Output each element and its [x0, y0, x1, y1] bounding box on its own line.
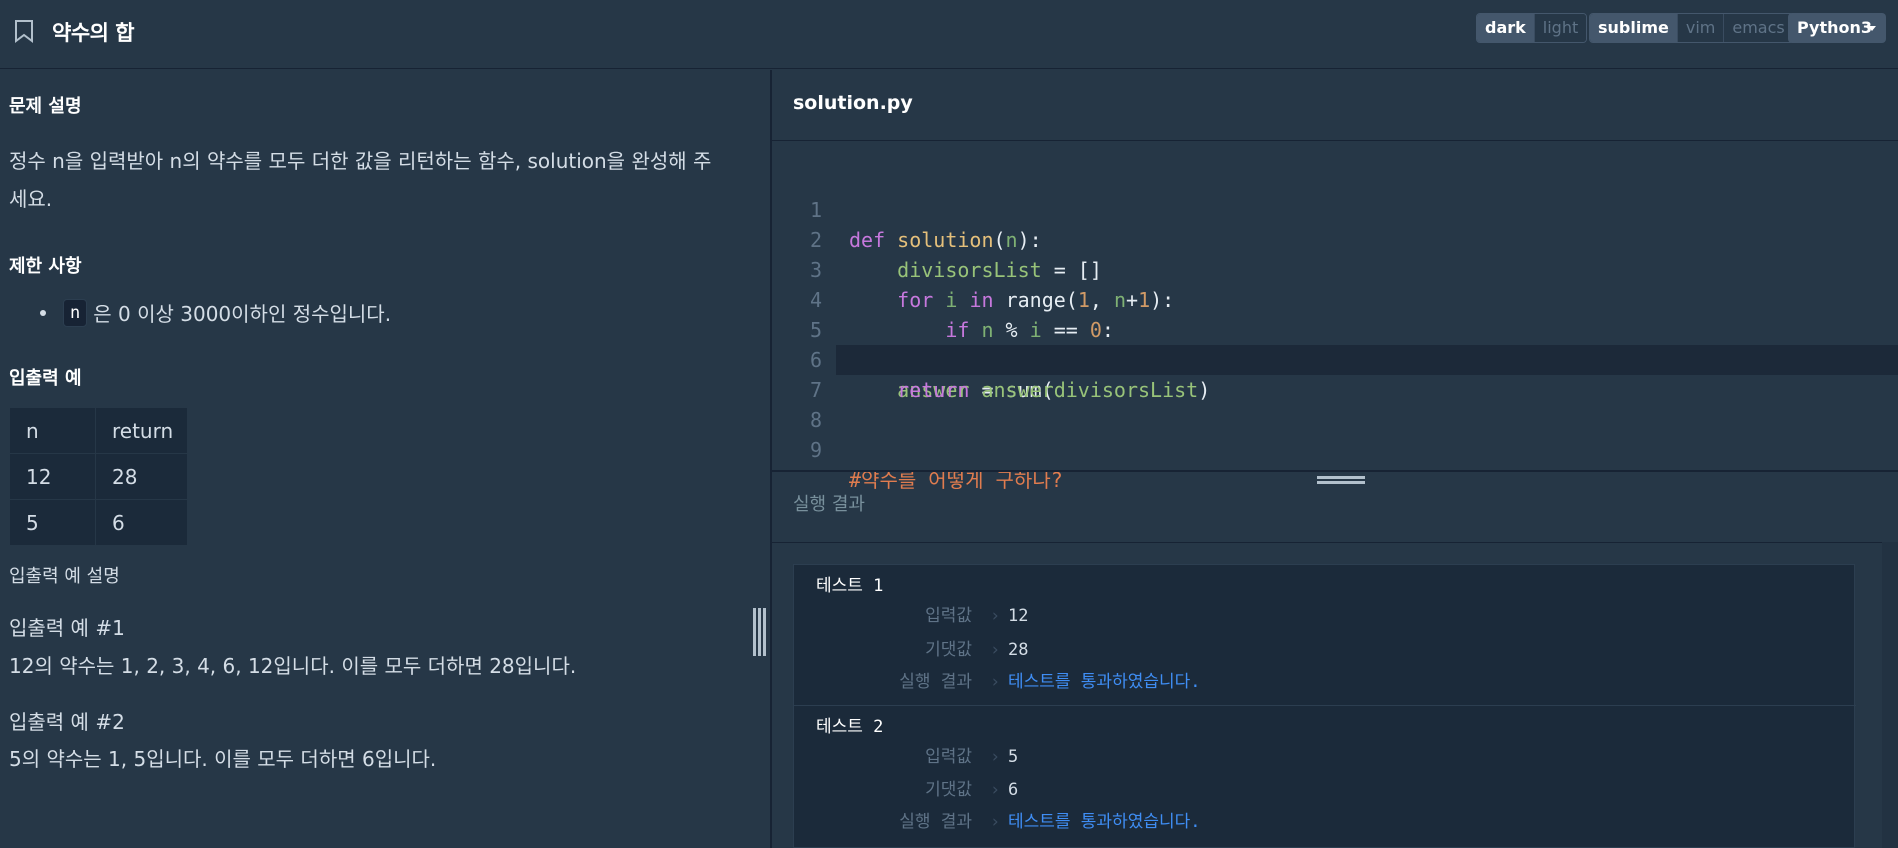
theme-dark-button[interactable]: dark — [1477, 14, 1534, 42]
problem-description: 정수 n을 입력받아 n의 약수를 모두 더한 값을 리턴하는 함수, solu… — [9, 149, 712, 211]
chevron-right-icon: › — [990, 640, 1001, 660]
horizontal-resize-handle[interactable] — [1317, 476, 1365, 490]
result-row: 입력값 › 5 — [794, 744, 1856, 770]
result-row: 실행 결과 › 테스트를 통과하였습니다. — [794, 809, 1856, 835]
file-header: solution.py — [772, 70, 1898, 141]
expected-label: 기댓값 — [925, 640, 972, 660]
code-line[interactable]: 5 divisorsList.append(i) — [772, 285, 1898, 372]
active-code-line[interactable]: return answer — [836, 345, 1898, 402]
table-cell: 12 — [9, 453, 96, 500]
chevron-right-icon: › — [990, 812, 1001, 832]
table-header-cell: return — [95, 407, 188, 454]
theme-light-button[interactable]: light — [1533, 14, 1587, 42]
code-editor[interactable]: 1 def solution(n): 2 divisorsList = [] 3… — [772, 142, 1898, 492]
test-name: 테스트 1 — [816, 576, 884, 596]
chevron-down-icon — [1868, 26, 1876, 31]
bookmark-icon[interactable] — [13, 19, 35, 43]
chevron-right-icon: › — [990, 747, 1001, 767]
theme-toggle: dark light — [1476, 13, 1588, 43]
results-list: 테스트 1 입력값 › 12 기댓값 › 28 실행 결과 › 테스트를 통과하… — [793, 564, 1856, 848]
input-label: 입력값 — [925, 747, 972, 767]
top-bar: 약수의 합 dark light sublime vim emacs Pytho… — [0, 0, 1898, 69]
result-value: 테스트를 통과하였습니다. — [1008, 672, 1201, 692]
result-row: 입력값 › 12 — [794, 603, 1856, 629]
chevron-right-icon: › — [990, 606, 1001, 626]
code-line[interactable]: 9 #약수를 어떻게 구하나? — [772, 405, 1898, 492]
bullet — [40, 309, 46, 316]
input-value: 5 — [1008, 747, 1019, 767]
editor-divider — [772, 470, 1898, 472]
constraint-item: n 은 0 이상 3000이하인 정수입니다. — [40, 298, 391, 327]
code-line[interactable]: 8 — [772, 375, 1898, 432]
code-line[interactable]: 6 answer = sum(divisorsList) — [772, 315, 1898, 402]
results-divider — [772, 542, 1898, 543]
example1-title: 입출력 예 #1 — [9, 616, 125, 640]
code-line[interactable]: 1 def solution(n): — [772, 165, 1898, 252]
examples-heading: 입출력 예 — [9, 368, 82, 389]
table-row: 12 28 — [9, 453, 188, 500]
result-row: 기댓값 › 6 — [794, 777, 1856, 803]
results-heading: 실행 결과 — [793, 494, 865, 515]
example1-text: 12의 약수는 1, 2, 3, 4, 6, 12입니다. 이를 모두 더하면 … — [9, 654, 577, 678]
problem-panel: 문제 설명 정수 n을 입력받아 n의 약수를 모두 더한 값을 리턴하는 함수… — [0, 70, 770, 848]
keymap-emacs-button[interactable]: emacs — [1723, 14, 1793, 42]
input-value: 12 — [1008, 606, 1029, 626]
examples-explain-heading: 입출력 예 설명 — [9, 566, 120, 587]
table-cell: 5 — [9, 499, 96, 546]
example2-title: 입출력 예 #2 — [9, 710, 125, 734]
input-label: 입력값 — [925, 606, 972, 626]
language-label: Python3 — [1797, 18, 1873, 37]
page-title: 약수의 합 — [52, 21, 135, 45]
constraint-code: n — [63, 298, 88, 327]
table-row: 5 6 — [9, 499, 188, 546]
code-line[interactable]: 4 if n % i == 0: — [772, 255, 1898, 342]
language-select[interactable]: Python3 — [1788, 13, 1886, 43]
result-row: 실행 결과 › 테스트를 통과하였습니다. — [794, 669, 1856, 695]
example2-text: 5의 약수는 1, 5입니다. 이를 모두 더하면 6입니다. — [9, 747, 437, 771]
results-scrollbar[interactable] — [1882, 542, 1898, 848]
result-value: 테스트를 통과하였습니다. — [1008, 812, 1201, 832]
expected-value: 28 — [1008, 640, 1029, 660]
constraints-heading: 제한 사항 — [9, 256, 82, 277]
examples-table: n return 12 28 5 6 — [9, 407, 188, 546]
chevron-right-icon: › — [990, 780, 1001, 800]
vertical-resize-handle[interactable] — [753, 608, 767, 656]
description-heading: 문제 설명 — [9, 96, 82, 117]
expected-label: 기댓값 — [925, 780, 972, 800]
keymap-sublime-button[interactable]: sublime — [1590, 14, 1677, 42]
table-header-cell: n — [9, 407, 96, 454]
expected-value: 6 — [1008, 780, 1019, 800]
file-name: solution.py — [793, 92, 913, 114]
code-line[interactable]: 2 divisorsList = [] — [772, 195, 1898, 282]
test-case: 테스트 1 입력값 › 12 기댓값 › 28 실행 결과 › 테스트를 통과하… — [794, 565, 1856, 705]
code-panel: solution.py 1 def solution(n): 2 divisor… — [772, 70, 1898, 848]
table-cell: 28 — [95, 453, 188, 500]
result-label: 실행 결과 — [899, 812, 972, 832]
line-number: 9 — [809, 438, 822, 462]
result-row: 기댓값 › 28 — [794, 637, 1856, 663]
chevron-right-icon: › — [990, 672, 1001, 692]
keymap-toggle: sublime vim emacs — [1589, 13, 1794, 43]
code-line[interactable]: 3 for i in range(1, n+1): — [772, 225, 1898, 312]
test-name: 테스트 2 — [816, 717, 884, 737]
keymap-vim-button[interactable]: vim — [1676, 14, 1724, 42]
result-label: 실행 결과 — [899, 672, 972, 692]
constraint-text: 은 0 이상 3000이하인 정수입니다. — [93, 302, 392, 326]
table-cell: 6 — [95, 499, 188, 546]
table-header-row: n return — [9, 407, 188, 454]
test-case: 테스트 2 입력값 › 5 기댓값 › 6 실행 결과 › 테스트를 통과하였습… — [794, 705, 1856, 845]
